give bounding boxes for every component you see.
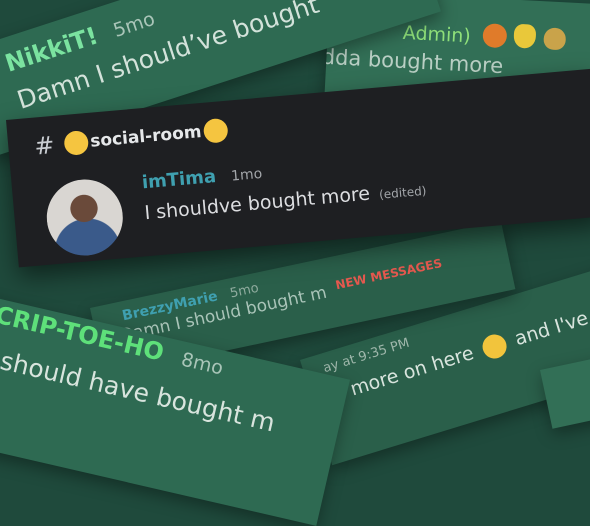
timestamp: 8mo (179, 348, 226, 380)
message-text-part-b: and I've to (512, 300, 590, 351)
channel-hash-icon: # (33, 130, 56, 161)
timestamp: 5mo (110, 7, 158, 42)
avatar[interactable] (43, 176, 126, 259)
money-bag-emoji-icon (543, 27, 567, 51)
weary-face-emoji-icon (479, 331, 510, 362)
basketball-emoji-icon (482, 23, 508, 49)
username[interactable]: imTima (141, 166, 217, 193)
zany-face-emoji-icon (63, 129, 90, 156)
username-fragment: Admin) (402, 21, 472, 48)
squinting-face-emoji-icon (202, 117, 229, 144)
corn-emoji-icon (513, 23, 537, 49)
edited-tag: (edited) (378, 183, 427, 202)
timestamp: 1mo (230, 165, 263, 185)
new-messages-divider: NEW MESSAGES (334, 256, 444, 293)
channel-name[interactable]: social-room (89, 122, 202, 152)
channel-header: # social-room (33, 113, 229, 164)
message-fragment: udda bought more (324, 43, 504, 79)
